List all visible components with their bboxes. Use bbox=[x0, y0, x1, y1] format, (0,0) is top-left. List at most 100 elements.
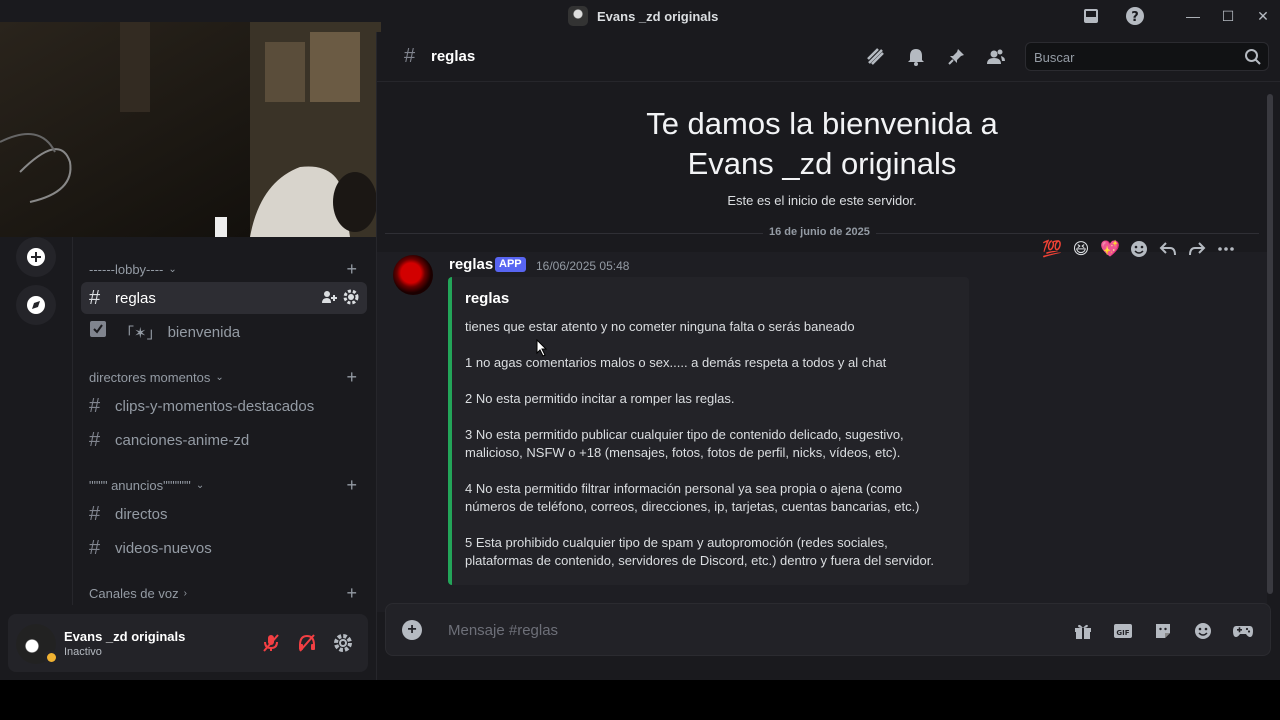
date-divider: 16 de junio de 2025 bbox=[763, 226, 876, 238]
server-rail bbox=[0, 237, 72, 605]
channel-label: directos bbox=[115, 505, 168, 523]
add-reaction-icon[interactable] bbox=[1128, 238, 1150, 260]
add-channel-icon[interactable]: + bbox=[346, 259, 357, 279]
deafen-button[interactable] bbox=[295, 631, 319, 655]
channel-prefix: 「✶」 bbox=[119, 324, 162, 342]
embed-text: 5 Esta prohibido cualquier tipo de spam … bbox=[465, 535, 888, 550]
discord-window: Evans _zd originals ? — ☐ ✕ ------lobby-… bbox=[0, 0, 1280, 680]
reaction-heart[interactable]: 💖 bbox=[1099, 238, 1121, 260]
embed-text: 2 No esta permitido incitar a romper las… bbox=[465, 391, 735, 406]
chevron-down-icon: ⌄ bbox=[195, 479, 205, 491]
emoji-icon[interactable] bbox=[1192, 620, 1214, 642]
gif-icon[interactable]: GIF bbox=[1112, 620, 1134, 642]
channel-canciones[interactable]: # canciones-anime-zd bbox=[81, 424, 367, 456]
search-icon bbox=[1245, 49, 1261, 65]
category-label: Canales de voz bbox=[89, 585, 179, 601]
hash-icon: # bbox=[89, 502, 101, 525]
maximize-button[interactable]: ☐ bbox=[1218, 6, 1238, 26]
message-embed: reglas tienes que estar atento y no come… bbox=[448, 277, 969, 585]
app-badge: APP bbox=[495, 257, 526, 272]
discover-button[interactable] bbox=[16, 285, 56, 325]
invite-icon[interactable] bbox=[321, 289, 337, 305]
svg-text:GIF: GIF bbox=[1116, 629, 1129, 637]
gear-icon[interactable] bbox=[343, 289, 359, 305]
channel-label: clips-y-momentos-destacados bbox=[115, 397, 315, 415]
attach-plus-icon[interactable]: + bbox=[402, 620, 422, 640]
add-server-button[interactable] bbox=[16, 237, 56, 277]
hash-icon: # bbox=[89, 428, 101, 451]
user-name[interactable]: Evans _zd originals bbox=[64, 629, 185, 644]
close-button[interactable]: ✕ bbox=[1253, 6, 1273, 26]
mute-mic-button[interactable] bbox=[259, 631, 283, 655]
chevron-down-icon: ⌄ bbox=[215, 371, 224, 383]
user-status: Inactivo bbox=[64, 646, 102, 658]
channel-list: ------lobby---- ⌄ + # reglas 「✶」 bienven… bbox=[72, 237, 376, 605]
headphones-muted-icon bbox=[299, 634, 315, 652]
reaction-laugh[interactable]: 😆 bbox=[1070, 238, 1092, 260]
hash-icon: # bbox=[89, 536, 101, 559]
welcome-subtitle: Este es el inicio de este servidor. bbox=[727, 193, 917, 208]
mic-muted-icon bbox=[263, 634, 279, 652]
message-composer[interactable]: + Mensaje #reglas GIF bbox=[385, 603, 1271, 656]
channel-header: # reglas Buscar bbox=[377, 32, 1280, 82]
embed-title: reglas bbox=[465, 290, 510, 307]
reaction-100[interactable]: 💯 bbox=[1041, 238, 1063, 260]
channel-bienvenida[interactable]: 「✶」 bienvenida bbox=[81, 316, 367, 348]
search-input[interactable]: Buscar bbox=[1025, 42, 1269, 71]
welcome-heading: Te damos la bienvenida a Evans _zd origi… bbox=[377, 104, 1267, 184]
category-label: ------lobby---- bbox=[89, 261, 164, 277]
threads-icon[interactable] bbox=[865, 46, 887, 68]
category-directores[interactable]: directores momentos ⌄ + bbox=[89, 367, 361, 387]
reply-icon[interactable] bbox=[1157, 238, 1179, 260]
hash-icon: # bbox=[89, 394, 101, 417]
window-title-group: Evans _zd originals bbox=[568, 6, 718, 26]
embed-text: plataformas de contenido, servidores de … bbox=[465, 553, 934, 568]
pin-icon[interactable] bbox=[945, 46, 967, 68]
server-icon bbox=[568, 6, 588, 26]
category-voz[interactable]: Canales de voz › + bbox=[89, 583, 361, 603]
welcome-line-1: Te damos la bienvenida a bbox=[646, 106, 998, 141]
inbox-icon[interactable] bbox=[1081, 6, 1101, 26]
rules-channel-icon bbox=[89, 320, 115, 344]
more-options-icon[interactable] bbox=[1215, 238, 1237, 260]
channel-directos[interactable]: # directos bbox=[81, 498, 367, 530]
channel-reglas[interactable]: # reglas bbox=[81, 282, 367, 314]
add-channel-icon[interactable]: + bbox=[346, 475, 357, 495]
user-settings-button[interactable] bbox=[331, 631, 355, 655]
idle-status-icon bbox=[44, 650, 58, 664]
channel-label: reglas bbox=[115, 289, 156, 307]
svg-text:?: ? bbox=[1131, 10, 1139, 25]
channel-clips[interactable]: # clips-y-momentos-destacados bbox=[81, 390, 367, 422]
scrollbar[interactable] bbox=[1267, 94, 1273, 594]
members-icon[interactable] bbox=[985, 46, 1007, 68]
category-anuncios[interactable]: """" anuncios"""""" ⌄ + bbox=[89, 475, 361, 495]
category-lobby[interactable]: ------lobby---- ⌄ + bbox=[89, 259, 361, 279]
add-channel-icon[interactable]: + bbox=[346, 583, 357, 603]
gift-icon[interactable] bbox=[1072, 620, 1094, 642]
bell-icon[interactable] bbox=[905, 46, 927, 68]
embed-text: 3 No esta permitido publicar cualquier t… bbox=[465, 427, 904, 442]
chevron-right-icon: › bbox=[183, 587, 187, 599]
minimize-button[interactable]: — bbox=[1183, 6, 1203, 26]
category-label: directores momentos bbox=[89, 369, 211, 385]
gamepad-icon[interactable] bbox=[1232, 620, 1254, 642]
forward-icon[interactable] bbox=[1186, 238, 1208, 260]
composer-placeholder[interactable]: Mensaje #reglas bbox=[448, 622, 558, 639]
hash-icon: # bbox=[89, 286, 101, 309]
chevron-down-icon: ⌄ bbox=[168, 263, 177, 275]
channel-label: bienvenida bbox=[167, 323, 241, 341]
avatar[interactable] bbox=[393, 255, 433, 295]
sticker-icon[interactable] bbox=[1152, 620, 1174, 642]
help-icon[interactable]: ? bbox=[1125, 6, 1145, 26]
main-chat: # reglas Buscar Te damos la bienvenida a… bbox=[376, 32, 1280, 680]
add-channel-icon[interactable]: + bbox=[346, 367, 357, 387]
search-placeholder: Buscar bbox=[1034, 50, 1075, 65]
category-label: """" anuncios"""""" bbox=[89, 477, 191, 493]
message-author[interactable]: reglas bbox=[449, 256, 493, 273]
webcam-overlay bbox=[0, 22, 381, 237]
mouse-cursor-icon bbox=[536, 339, 548, 357]
welcome-line-2: Evans _zd originals bbox=[687, 146, 957, 181]
user-panel: Evans _zd originals Inactivo bbox=[8, 614, 368, 672]
embed-text: malicioso, NSFW o +18 (mensajes, fotos, … bbox=[465, 445, 901, 460]
channel-videos-nuevos[interactable]: # videos-nuevos bbox=[81, 532, 367, 564]
